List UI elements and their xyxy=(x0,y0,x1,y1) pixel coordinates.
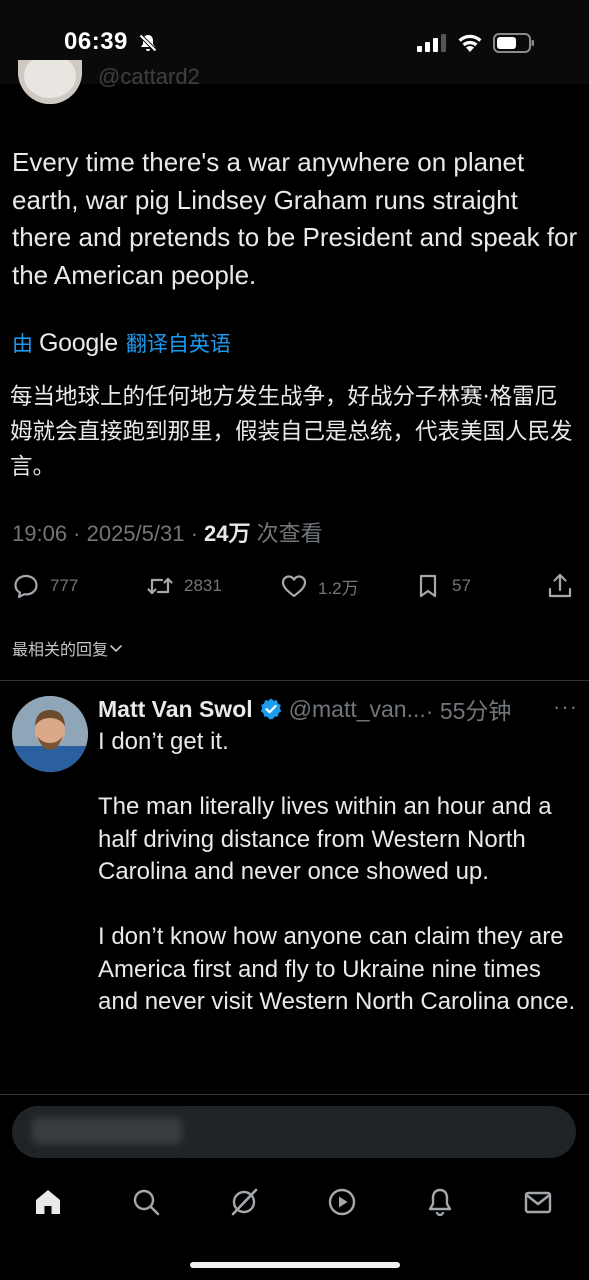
home-icon[interactable] xyxy=(32,1186,64,1218)
author-handle[interactable]: @cattard2 xyxy=(98,64,200,90)
reply-paragraph: I don’t get it. xyxy=(98,728,229,755)
heart-icon xyxy=(281,575,307,598)
like-count: 1.2万 xyxy=(318,578,359,598)
reply-text: I don’t get it. The man literally lives … xyxy=(98,726,578,1051)
retweet-icon xyxy=(147,577,173,595)
verified-badge-icon xyxy=(260,698,281,720)
chevron-down-icon xyxy=(110,645,122,653)
tweet-timestamp[interactable]: 19:06 · 2025/5/31 · xyxy=(12,521,204,546)
reply-sort-dropdown[interactable]: 最相关的回复 xyxy=(12,636,124,660)
reply-count: 777 xyxy=(50,576,79,595)
reply-paragraph: The man literally lives within an hour a… xyxy=(98,793,552,885)
reply-header: Matt Van Swol @matt_van... · 55分钟 xyxy=(98,692,511,726)
reply-button[interactable]: 777 xyxy=(12,572,78,600)
views-label: 次查看 xyxy=(250,521,323,546)
reply-author-name[interactable]: Matt Van Swol xyxy=(98,696,253,723)
translate-suffix: 翻译自英语 xyxy=(125,333,231,356)
tweet-meta: 19:06 · 2025/5/31 · 24万 次查看 xyxy=(12,516,323,548)
reply-author-handle[interactable]: @matt_van... xyxy=(289,696,426,723)
reply-sort-label: 最相关的回复 xyxy=(12,640,109,659)
video-icon[interactable] xyxy=(326,1186,358,1218)
search-icon[interactable] xyxy=(130,1186,162,1218)
reply-paragraph: I don’t know how anyone can claim they a… xyxy=(98,923,576,1015)
notifications-icon[interactable] xyxy=(424,1186,456,1218)
bookmark-icon xyxy=(419,574,437,598)
grok-icon[interactable] xyxy=(228,1186,260,1218)
translate-prefix: 由 xyxy=(12,333,33,356)
views-count: 24万 xyxy=(204,521,251,546)
retweet-count: 2831 xyxy=(184,576,222,595)
reply-icon xyxy=(14,574,38,599)
reply-avatar[interactable] xyxy=(12,696,88,772)
reply-input-placeholder-blurred xyxy=(32,1118,182,1144)
share-button[interactable] xyxy=(546,572,574,600)
share-icon xyxy=(548,573,572,598)
bell-slash-icon xyxy=(138,33,158,53)
like-button[interactable]: 1.2万 xyxy=(280,572,359,600)
google-logo: Google xyxy=(39,328,118,357)
status-time: 06:39 xyxy=(64,28,128,55)
wifi-icon xyxy=(458,34,482,52)
home-indicator xyxy=(190,1262,400,1268)
translated-text: 每当地球上的任何地方发生战争，好战分子林赛·格雷厄姆就会直接跑到那里，假装自己是… xyxy=(10,384,573,480)
bookmark-button[interactable]: 57 xyxy=(414,572,471,600)
author-avatar[interactable] xyxy=(18,60,82,104)
translation-attribution[interactable]: 由 Google 翻译自英语 xyxy=(12,328,231,358)
tweet-text: Every time there's a war anywhere on pla… xyxy=(12,147,578,290)
reply-time: · 55分钟 xyxy=(425,698,512,724)
signal-icon xyxy=(417,34,446,52)
retweet-button[interactable]: 2831 xyxy=(146,572,222,600)
messages-icon[interactable] xyxy=(522,1186,554,1218)
battery-icon xyxy=(493,33,534,53)
more-options-icon[interactable]: ··· xyxy=(553,694,578,720)
bookmark-count: 57 xyxy=(452,576,471,595)
divider xyxy=(0,680,589,681)
